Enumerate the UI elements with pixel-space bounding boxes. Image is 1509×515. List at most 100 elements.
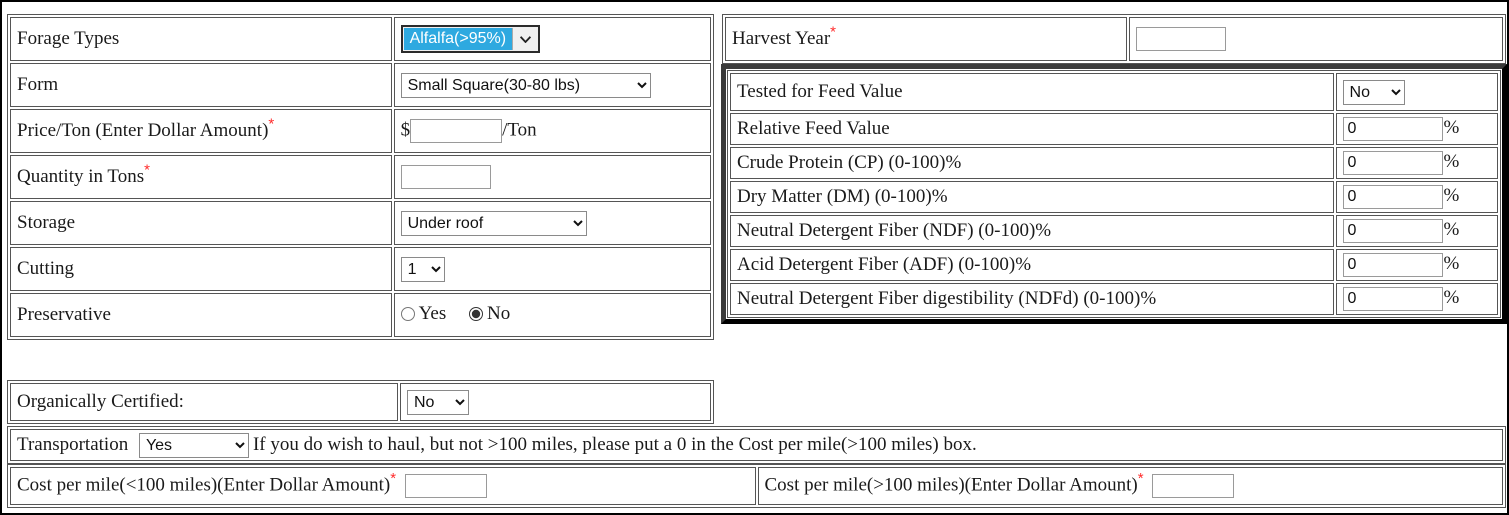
relative-feed-value-input[interactable]	[1342, 117, 1443, 141]
transportation-select[interactable]: Yes	[138, 432, 249, 458]
preservative-no-option[interactable]: No	[468, 303, 511, 325]
table-row: Storage Under roof	[10, 201, 711, 245]
table-row: Harvest Year*	[725, 17, 1503, 61]
preservative-no-label: No	[486, 303, 511, 325]
table-row: Dry Matter (DM) (0-100)% %	[730, 181, 1498, 213]
preservative-no-radio[interactable]	[468, 307, 483, 322]
adf-label: Acid Detergent Fiber (ADF) (0-100)%	[737, 254, 1032, 276]
label-price-per-ton: Price/Ton (Enter Dollar Amount)*	[10, 109, 392, 153]
table-row: Transportation Yes If you do wish to hau…	[10, 429, 1503, 461]
ndfd-label: Neutral Detergent Fiber digestibility (N…	[737, 288, 1157, 310]
transportation-note: If you do wish to haul, but not >100 mil…	[252, 433, 977, 455]
table-row: Cutting 1	[10, 247, 711, 291]
field-harvest-year	[1128, 17, 1503, 61]
table-row: Quantity in Tons*	[10, 155, 711, 199]
percent-unit: %	[1443, 287, 1460, 309]
forage-types-label: Forage Types	[17, 28, 120, 50]
field-ndf: %	[1335, 215, 1498, 247]
required-marker: *	[830, 23, 836, 41]
table-row: Form Small Square(30-80 lbs)	[10, 63, 711, 107]
table-row: Organically Certified: No	[10, 383, 711, 421]
field-transportation: Transportation Yes If you do wish to hau…	[10, 429, 1503, 461]
forage-details-table: Forage Types Alfalfa(>95%) Form Small Sq…	[7, 14, 714, 340]
table-row: Cost per mile(<100 miles)(Enter Dollar A…	[10, 467, 1503, 505]
harvest-year-table: Harvest Year*	[722, 14, 1506, 64]
cost-per-mile-over-100-label: Cost per mile(>100 miles)(Enter Dollar A…	[764, 474, 1138, 496]
field-ndfd: %	[1335, 283, 1498, 315]
field-quantity-in-tons	[393, 155, 711, 199]
field-form: Small Square(30-80 lbs)	[393, 63, 711, 107]
tested-for-feed-value-label: Tested for Feed Value	[737, 81, 903, 103]
field-cost-per-mile-over-100: Cost per mile(>100 miles)(Enter Dollar A…	[757, 467, 1503, 505]
label-storage: Storage	[10, 201, 392, 245]
cost-per-mile-over-100-input[interactable]	[1152, 474, 1235, 498]
storage-label: Storage	[17, 212, 76, 234]
dry-matter-input[interactable]	[1342, 185, 1443, 209]
form-select[interactable]: Small Square(30-80 lbs)	[400, 72, 651, 98]
label-dry-matter: Dry Matter (DM) (0-100)%	[730, 181, 1334, 213]
cost-per-mile-under-100-label: Cost per mile(<100 miles)(Enter Dollar A…	[17, 474, 391, 496]
harvest-year-input[interactable]	[1135, 27, 1226, 51]
cost-per-mile-under-100-input[interactable]	[404, 474, 487, 498]
percent-unit: %	[1443, 185, 1460, 207]
label-cutting: Cutting	[10, 247, 392, 291]
preservative-yes-option[interactable]: Yes	[400, 303, 447, 325]
cutting-select[interactable]: 1	[400, 256, 445, 282]
table-row: Preservative Yes No	[10, 293, 711, 337]
tested-for-feed-value-select[interactable]: No	[1342, 79, 1405, 105]
relative-feed-value-label: Relative Feed Value	[737, 118, 890, 140]
cutting-label: Cutting	[17, 258, 75, 280]
crude-protein-label: Crude Protein (CP) (0-100)%	[737, 152, 962, 174]
table-row: Acid Detergent Fiber (ADF) (0-100)% %	[730, 249, 1498, 281]
table-row: Neutral Detergent Fiber (NDF) (0-100)% %	[730, 215, 1498, 247]
table-row: Neutral Detergent Fiber digestibility (N…	[730, 283, 1498, 315]
preservative-yes-radio[interactable]	[400, 307, 415, 322]
percent-unit: %	[1443, 151, 1460, 173]
crude-protein-input[interactable]	[1342, 151, 1443, 175]
label-relative-feed-value: Relative Feed Value	[730, 113, 1334, 145]
table-row: Tested for Feed Value No	[730, 73, 1498, 111]
harvest-year-label: Harvest Year	[732, 28, 831, 50]
field-cutting: 1	[393, 247, 711, 291]
label-ndfd: Neutral Detergent Fiber digestibility (N…	[730, 283, 1334, 315]
table-row: Price/Ton (Enter Dollar Amount)* $ /Ton	[10, 109, 711, 153]
label-organically-certified: Organically Certified:	[10, 383, 398, 421]
field-organically-certified: No	[399, 383, 711, 421]
table-row: Crude Protein (CP) (0-100)% %	[730, 147, 1498, 179]
field-storage: Under roof	[393, 201, 711, 245]
percent-unit: %	[1443, 253, 1460, 275]
label-form: Form	[10, 63, 392, 107]
table-row: Forage Types Alfalfa(>95%)	[10, 17, 711, 61]
ndf-input[interactable]	[1342, 219, 1443, 243]
field-forage-types: Alfalfa(>95%)	[393, 17, 711, 61]
field-adf: %	[1335, 249, 1498, 281]
label-preservative: Preservative	[10, 293, 392, 337]
quantity-in-tons-label: Quantity in Tons	[17, 166, 145, 188]
field-relative-feed-value: %	[1335, 113, 1498, 145]
forage-types-selected-value: Alfalfa(>95%)	[403, 28, 513, 50]
organically-certified-select[interactable]: No	[406, 389, 469, 415]
required-marker: *	[268, 115, 275, 133]
field-dry-matter: %	[1335, 181, 1498, 213]
percent-unit: %	[1443, 219, 1460, 241]
price-per-ton-input[interactable]	[410, 119, 503, 143]
label-tested-for-feed-value: Tested for Feed Value	[730, 73, 1334, 111]
label-harvest-year: Harvest Year*	[725, 17, 1127, 61]
quantity-in-tons-input[interactable]	[400, 165, 491, 189]
form-label: Form	[17, 74, 59, 96]
ndfd-input[interactable]	[1342, 287, 1443, 311]
preservative-yes-label: Yes	[418, 303, 447, 325]
label-quantity-in-tons: Quantity in Tons*	[10, 155, 392, 199]
percent-unit: %	[1443, 117, 1460, 139]
table-row: Relative Feed Value %	[730, 113, 1498, 145]
forage-types-select[interactable]: Alfalfa(>95%)	[400, 25, 541, 53]
cost-per-mile-table: Cost per mile(<100 miles)(Enter Dollar A…	[7, 464, 1506, 508]
chevron-down-icon[interactable]	[512, 28, 538, 50]
storage-select[interactable]: Under roof	[400, 210, 587, 236]
feed-value-table: Tested for Feed Value No Relative Feed V…	[727, 70, 1501, 318]
label-adf: Acid Detergent Fiber (ADF) (0-100)%	[730, 249, 1334, 281]
field-price-per-ton: $ /Ton	[393, 109, 711, 153]
ndf-label: Neutral Detergent Fiber (NDF) (0-100)%	[737, 220, 1052, 242]
adf-input[interactable]	[1342, 253, 1443, 277]
per-ton-suffix: /Ton	[502, 119, 537, 141]
